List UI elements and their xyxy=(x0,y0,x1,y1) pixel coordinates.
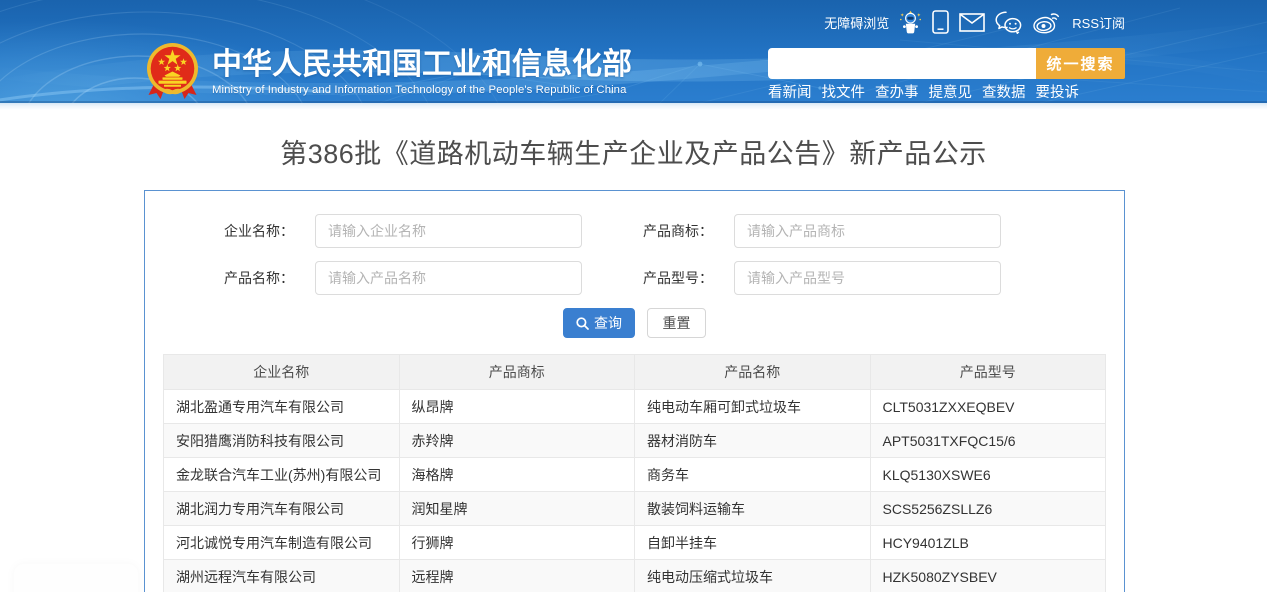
product-brand-label: 产品商标： xyxy=(582,221,713,241)
cell-model: SCS5256ZSLLZ6 xyxy=(870,492,1106,526)
site-header: 中华人民共和国工业和信息化部 Ministry of Industry and … xyxy=(0,0,1267,103)
cell-product: 散装饲料运输车 xyxy=(635,492,871,526)
cell-company: 湖州远程汽车有限公司 xyxy=(164,560,400,592)
results-table: 企业名称 产品商标 产品名称 产品型号 湖北盈通专用汽车有限公司 纵昂牌 纯电动… xyxy=(163,354,1106,592)
table-row[interactable]: 湖州远程汽车有限公司 远程牌 纯电动压缩式垃圾车 HZK5080ZYSBEV xyxy=(164,560,1106,592)
cell-brand: 海格牌 xyxy=(399,458,635,492)
form-row-2: 产品名称： 产品型号： xyxy=(163,261,1106,295)
cell-brand: 纵昂牌 xyxy=(399,390,635,424)
product-name-label: 产品名称： xyxy=(163,268,294,288)
col-header-company: 企业名称 xyxy=(164,355,400,390)
reset-button[interactable]: 重置 xyxy=(647,308,706,338)
search-icon xyxy=(576,317,589,330)
weibo-icon[interactable] xyxy=(1032,10,1062,34)
quick-link-services[interactable]: 查办事 xyxy=(875,81,919,102)
cell-model: HZK5080ZYSBEV xyxy=(870,560,1106,592)
query-button[interactable]: 查询 xyxy=(563,308,635,338)
table-header-row: 企业名称 产品商标 产品名称 产品型号 xyxy=(164,355,1106,390)
col-header-brand: 产品商标 xyxy=(399,355,635,390)
table-row[interactable]: 安阳猎鹰消防科技有限公司 赤羚牌 器材消防车 APT5031TXFQC15/6 xyxy=(164,424,1106,458)
mail-icon[interactable] xyxy=(959,13,985,32)
banner-bottom-fade xyxy=(0,103,1267,110)
table-row[interactable]: 河北诚悦专用汽车制造有限公司 行狮牌 自卸半挂车 HCY9401ZLB xyxy=(164,526,1106,560)
cell-product: 纯电动车厢可卸式垃圾车 xyxy=(635,390,871,424)
cell-product: 自卸半挂车 xyxy=(635,526,871,560)
mobile-icon[interactable] xyxy=(932,10,949,34)
header-search-input[interactable] xyxy=(768,48,1036,79)
page-title: 第386批《道路机动车辆生产企业及产品公告》新产品公示 xyxy=(0,132,1267,171)
utility-bar: 无障碍浏览 xyxy=(824,11,1125,33)
quick-link-feedback[interactable]: 提意见 xyxy=(929,81,973,102)
product-name-input[interactable] xyxy=(315,261,582,295)
cell-model: CLT5031ZXXEQBEV xyxy=(870,390,1106,424)
cell-company: 湖北润力专用汽车有限公司 xyxy=(164,492,400,526)
col-header-model: 产品型号 xyxy=(870,355,1106,390)
cell-company: 安阳猎鹰消防科技有限公司 xyxy=(164,424,400,458)
cell-company: 金龙联合汽车工业(苏州)有限公司 xyxy=(164,458,400,492)
cell-product: 商务车 xyxy=(635,458,871,492)
national-emblem-icon xyxy=(145,42,200,100)
cell-product: 纯电动压缩式垃圾车 xyxy=(635,560,871,592)
site-logo[interactable]: 中华人民共和国工业和信息化部 Ministry of Industry and … xyxy=(145,42,632,100)
cell-company: 河北诚悦专用汽车制造有限公司 xyxy=(164,526,400,560)
query-button-label: 查询 xyxy=(594,313,622,333)
rss-link[interactable]: RSS订阅 xyxy=(1072,13,1125,32)
cell-brand: 远程牌 xyxy=(399,560,635,592)
cell-model: APT5031TXFQC15/6 xyxy=(870,424,1106,458)
site-title-english: Ministry of Industry and Information Tec… xyxy=(212,83,632,97)
quick-link-data[interactable]: 查数据 xyxy=(982,81,1026,102)
quick-links-nav: 看新闻 找文件 查办事 提意见 查数据 要投诉 xyxy=(768,81,1125,102)
form-row-1: 企业名称： 产品商标： xyxy=(163,214,1106,248)
product-model-label: 产品型号： xyxy=(582,268,713,288)
site-title-chinese: 中华人民共和国工业和信息化部 xyxy=(212,48,632,81)
quick-link-news[interactable]: 看新闻 xyxy=(768,81,812,102)
cell-brand: 赤羚牌 xyxy=(399,424,635,458)
accessibility-link[interactable]: 无障碍浏览 xyxy=(824,13,889,32)
wechat-icon[interactable] xyxy=(995,11,1022,34)
cell-company: 湖北盈通专用汽车有限公司 xyxy=(164,390,400,424)
robot-assistant-icon[interactable] xyxy=(899,10,922,35)
cell-brand: 行狮牌 xyxy=(399,526,635,560)
col-header-product: 产品名称 xyxy=(635,355,871,390)
header-search-button[interactable]: 统一搜索 xyxy=(1036,48,1125,79)
table-row[interactable]: 湖北润力专用汽车有限公司 润知星牌 散装饲料运输车 SCS5256ZSLLZ6 xyxy=(164,492,1106,526)
header-search: 统一搜索 xyxy=(768,48,1125,79)
table-row[interactable]: 金龙联合汽车工业(苏州)有限公司 海格牌 商务车 KLQ5130XSWE6 xyxy=(164,458,1106,492)
cell-brand: 润知星牌 xyxy=(399,492,635,526)
product-model-input[interactable] xyxy=(734,261,1001,295)
company-name-input[interactable] xyxy=(315,214,582,248)
company-name-label: 企业名称： xyxy=(163,221,294,241)
floating-widget[interactable] xyxy=(14,564,138,592)
form-buttons: 查询 重置 xyxy=(163,308,1106,338)
product-brand-input[interactable] xyxy=(734,214,1001,248)
quick-link-complaint[interactable]: 要投诉 xyxy=(1036,81,1080,102)
table-row[interactable]: 湖北盈通专用汽车有限公司 纵昂牌 纯电动车厢可卸式垃圾车 CLT5031ZXXE… xyxy=(164,390,1106,424)
cell-product: 器材消防车 xyxy=(635,424,871,458)
cell-model: KLQ5130XSWE6 xyxy=(870,458,1106,492)
query-panel: 企业名称： 产品商标： 产品名称： 产品型号： 查询 重置 xyxy=(144,190,1125,592)
quick-link-documents[interactable]: 找文件 xyxy=(822,81,866,102)
main-content: 第386批《道路机动车辆生产企业及产品公告》新产品公示 企业名称： 产品商标： … xyxy=(0,132,1267,592)
cell-model: HCY9401ZLB xyxy=(870,526,1106,560)
